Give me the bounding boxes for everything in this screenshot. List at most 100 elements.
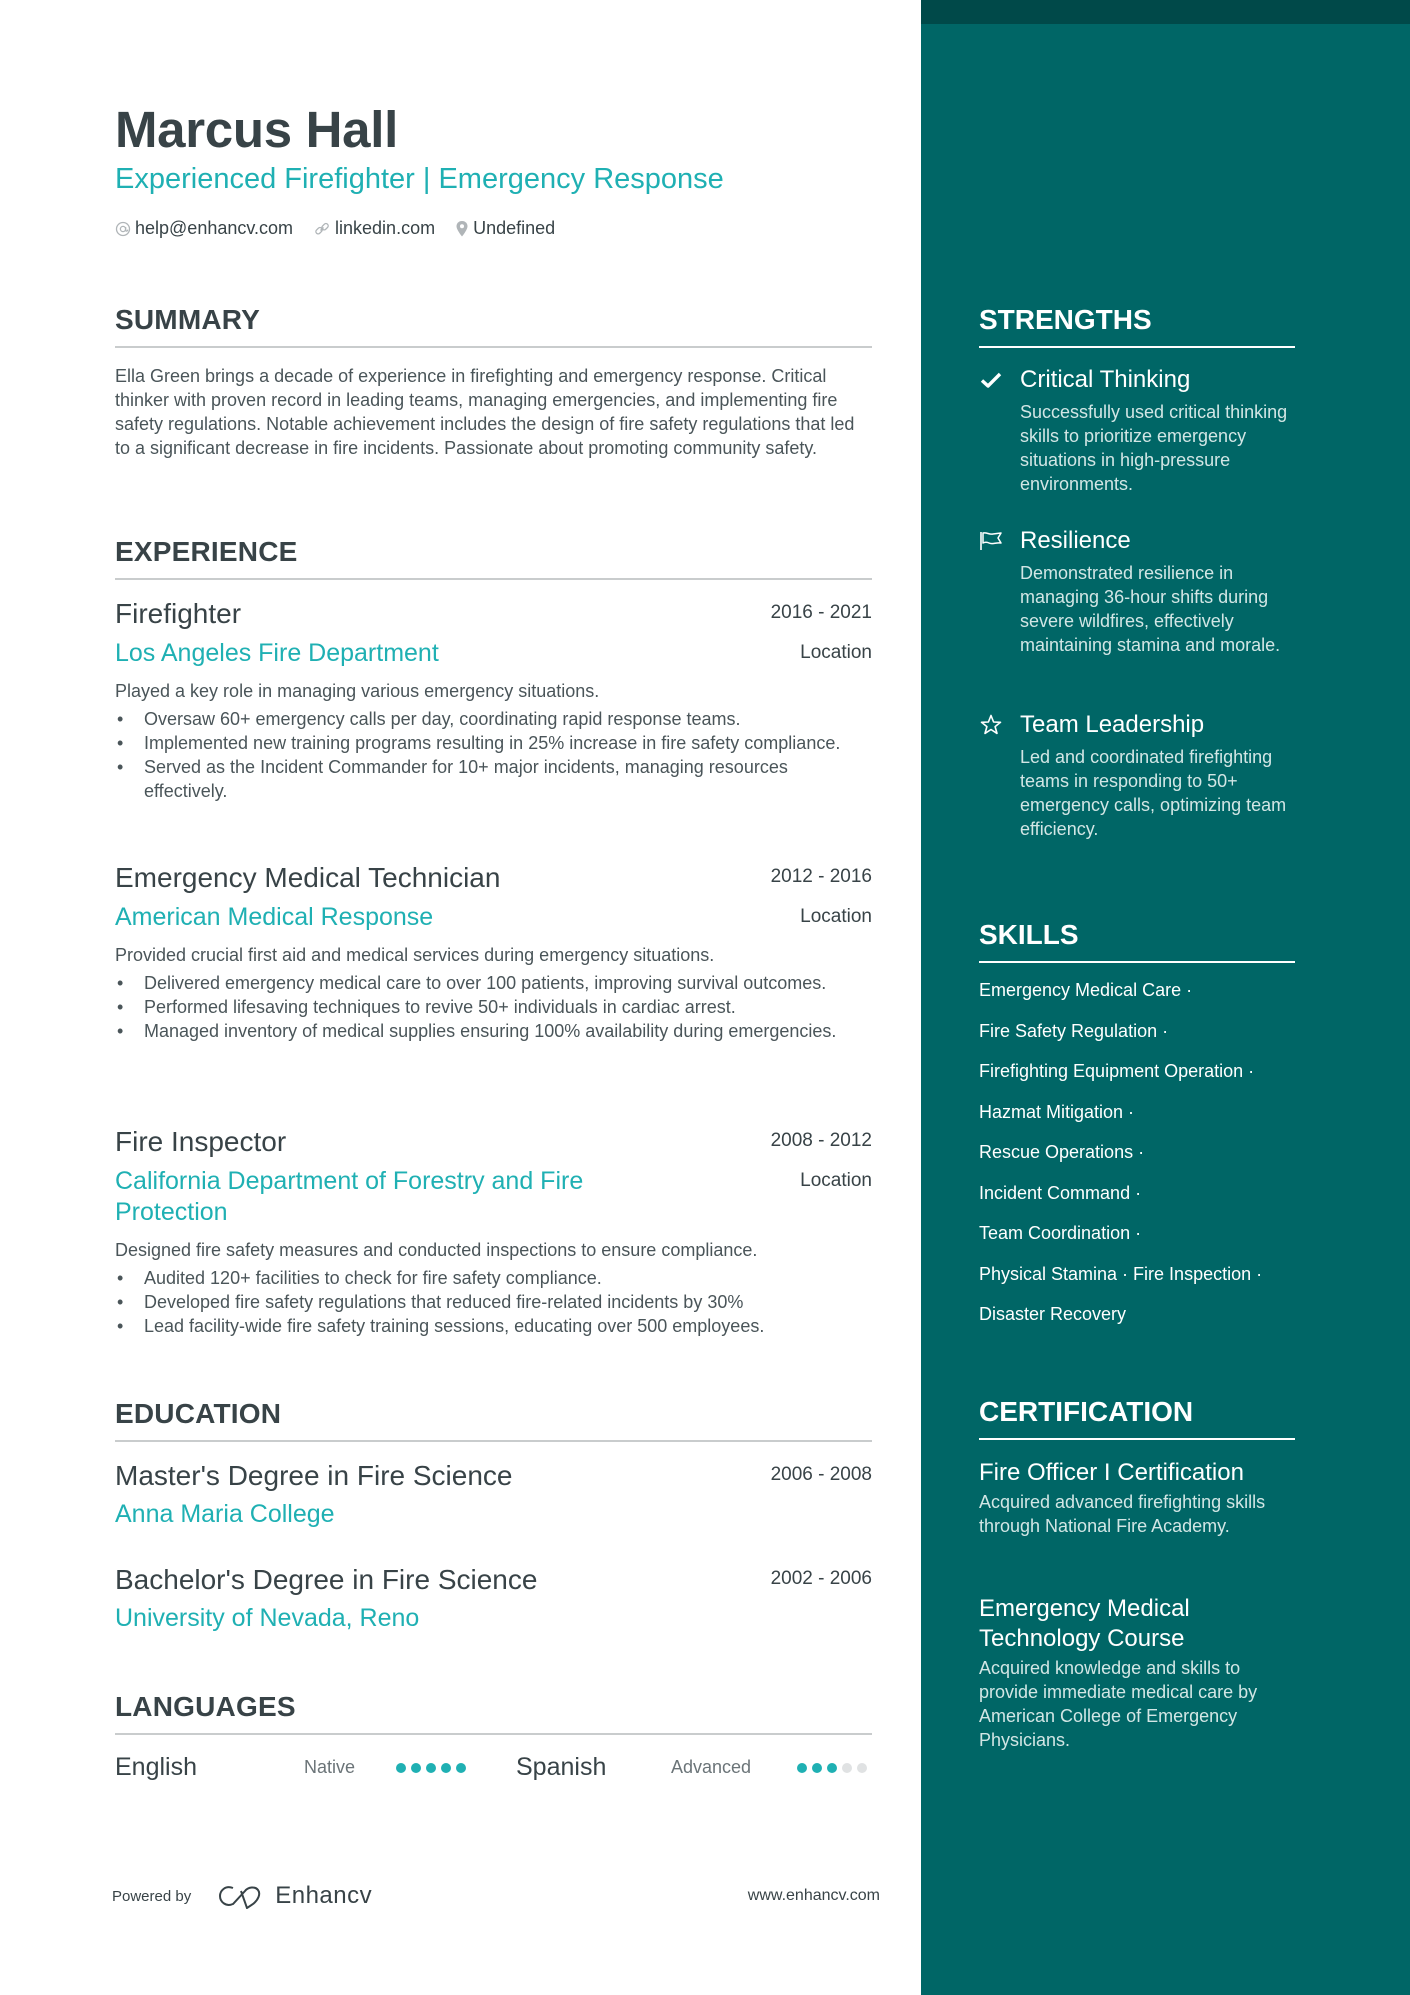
contact-email-text: help@enhancv.com <box>135 218 294 238</box>
skill-tag: Disaster Recovery <box>979 1304 1127 1324</box>
rating-dot-filled <box>411 1762 421 1773</box>
skill-tag: Team Coordination · <box>979 1223 1142 1243</box>
rating-dot-filled <box>797 1762 807 1773</box>
certification-title: Emergency Medical Technology Course <box>979 1595 1190 1652</box>
strength-description: Demonstrated resilience in managing 36-h… <box>1020 563 1281 655</box>
location-pin-icon <box>455 220 469 238</box>
candidate-title: Experienced Firefighter | Emergency Resp… <box>115 163 724 195</box>
school-name: Anna Maria College <box>115 1500 335 1528</box>
job-description: Provided crucial first aid and medical s… <box>115 945 715 965</box>
contact-linkedin-text: linkedin.com <box>335 218 436 238</box>
language-item: English Native <box>115 1753 516 1782</box>
sidebar-top-band <box>921 0 1410 24</box>
job-bullet: Performed lifesaving techniques to reviv… <box>115 995 872 1019</box>
strength-item: Team Leadership Led and coordinated fire… <box>979 711 1295 841</box>
skill-tag: Fire Safety Regulation · <box>979 1020 1169 1041</box>
language-name: Spanish <box>516 1753 607 1781</box>
skill-tag: Hazmat Mitigation · <box>979 1101 1135 1122</box>
contact-info: help@enhancv.com linkedin.com Undefined <box>115 218 575 239</box>
job-bullet: Lead facility-wide fire safety training … <box>115 1314 872 1338</box>
rating-dot-filled <box>441 1762 451 1773</box>
certification-title: Fire Officer I Certification <box>979 1459 1244 1486</box>
job-bullet: Delivered emergency medical care to over… <box>115 971 872 995</box>
job-bullet: Implemented new training programs result… <box>115 731 872 755</box>
brand-name: Enhancv <box>275 1882 373 1909</box>
skills-heading: SKILLS <box>979 919 1295 963</box>
rating-dot-filled <box>426 1762 436 1773</box>
skill-tag: Emergency Medical Care · <box>979 980 1193 1000</box>
rating-dot-empty <box>857 1762 867 1773</box>
star-icon <box>979 713 1003 737</box>
footer-url[interactable]: www.enhancv.com <box>748 1887 880 1905</box>
job-dates: 2012 - 2016 <box>770 866 872 887</box>
language-level: Native <box>304 1757 356 1777</box>
skill-tag: Firefighting Equipment Operation · <box>979 1061 1255 1081</box>
job-bullet: Developed fire safety regulations that r… <box>115 1290 872 1314</box>
education-dates: 2006 - 2008 <box>770 1464 872 1485</box>
certification-item: Emergency Medical Technology Course Acqu… <box>979 1594 1295 1752</box>
languages-heading: LANGUAGES <box>115 1691 872 1735</box>
education-section: EDUCATION <box>115 1398 872 1442</box>
strengths-section: STRENGTHS <box>979 304 1295 348</box>
degree-title: Bachelor's Degree in Fire Science <box>115 1564 538 1595</box>
job-dates: 2016 - 2021 <box>770 602 872 623</box>
enhancv-brand[interactable]: Enhancv <box>217 1882 372 1910</box>
summary-text: Ella Green brings a decade of experience… <box>115 366 855 458</box>
contact-location-text: Undefined <box>473 218 556 238</box>
job-entry: Emergency Medical Technician 2012 - 2016… <box>115 862 872 1043</box>
degree-title: Master's Degree in Fire Science <box>115 1460 513 1491</box>
experience-section: EXPERIENCE <box>115 536 872 580</box>
strength-title: Team Leadership <box>1020 711 1205 738</box>
job-location: Location <box>800 642 872 663</box>
education-heading: EDUCATION <box>115 1398 872 1442</box>
certification-section: CERTIFICATION <box>979 1396 1295 1440</box>
skills-list: Emergency Medical Care · Fire Safety Reg… <box>979 977 1295 1342</box>
strength-title: Critical Thinking <box>1020 366 1191 393</box>
job-title: Fire Inspector <box>115 1126 287 1157</box>
job-dates: 2008 - 2012 <box>770 1130 872 1151</box>
skills-section: SKILLS Emergency Medical Care · Fire Saf… <box>979 919 1295 1342</box>
school-name: University of Nevada, Reno <box>115 1604 420 1632</box>
summary-section: SUMMARY Ella Green brings a decade of ex… <box>115 304 872 460</box>
rating-dot-empty <box>842 1762 852 1773</box>
strength-item: Resilience Demonstrated resilience in ma… <box>979 527 1295 657</box>
certification-description: Acquired advanced firefighting skills th… <box>979 1492 1266 1536</box>
rating-dot-filled <box>396 1762 406 1773</box>
education-dates: 2002 - 2006 <box>770 1568 872 1589</box>
candidate-name: Marcus Hall <box>115 101 398 158</box>
job-entry: Firefighter 2016 - 2021 Los Angeles Fire… <box>115 598 872 803</box>
contact-linkedin[interactable]: linkedin.com <box>313 218 435 239</box>
rating-dot-filled <box>827 1762 837 1773</box>
job-bullet: Managed inventory of medical supplies en… <box>115 1019 872 1043</box>
job-company: California Department of Forestry and Fi… <box>115 1167 584 1226</box>
strengths-heading: STRENGTHS <box>979 304 1295 348</box>
powered-by: Powered by Enhancv <box>112 1882 372 1910</box>
skill-tag: Physical Stamina · Fire Inspection · <box>979 1263 1263 1284</box>
job-description: Designed fire safety measures and conduc… <box>115 1240 758 1260</box>
enhancv-logo-icon <box>219 1886 261 1909</box>
skill-tag: Incident Command · <box>979 1182 1142 1203</box>
languages-list: English Native Spanish Advanced <box>115 1753 872 1782</box>
contact-location: Undefined <box>455 218 555 239</box>
job-location: Location <box>800 1170 872 1191</box>
education-entry: Bachelor's Degree in Fire Science 2002 -… <box>115 1564 872 1633</box>
certification-item: Fire Officer I Certification Acquired ad… <box>979 1458 1295 1538</box>
job-title: Firefighter <box>115 598 242 629</box>
certification-heading: CERTIFICATION <box>979 1396 1295 1440</box>
checkmark-icon <box>979 368 1003 392</box>
language-rating <box>797 1762 872 1773</box>
languages-section: LANGUAGES <box>115 1691 872 1735</box>
strength-description: Led and coordinated firefighting teams i… <box>1020 747 1287 839</box>
experience-heading: EXPERIENCE <box>115 536 872 580</box>
job-bullets: Oversaw 60+ emergency calls per day, coo… <box>115 707 872 803</box>
job-bullets: Delivered emergency medical care to over… <box>115 971 872 1043</box>
strength-description: Successfully used critical thinking skil… <box>1020 402 1288 494</box>
language-name: English <box>115 1753 197 1781</box>
job-location: Location <box>800 906 872 927</box>
at-icon <box>115 221 131 237</box>
contact-email[interactable]: help@enhancv.com <box>115 218 293 239</box>
job-bullets: Audited 120+ facilities to check for fir… <box>115 1266 872 1338</box>
flag-icon <box>979 529 1003 553</box>
job-company: American Medical Response <box>115 903 434 931</box>
job-bullet: Served as the Incident Commander for 10+… <box>115 755 872 803</box>
